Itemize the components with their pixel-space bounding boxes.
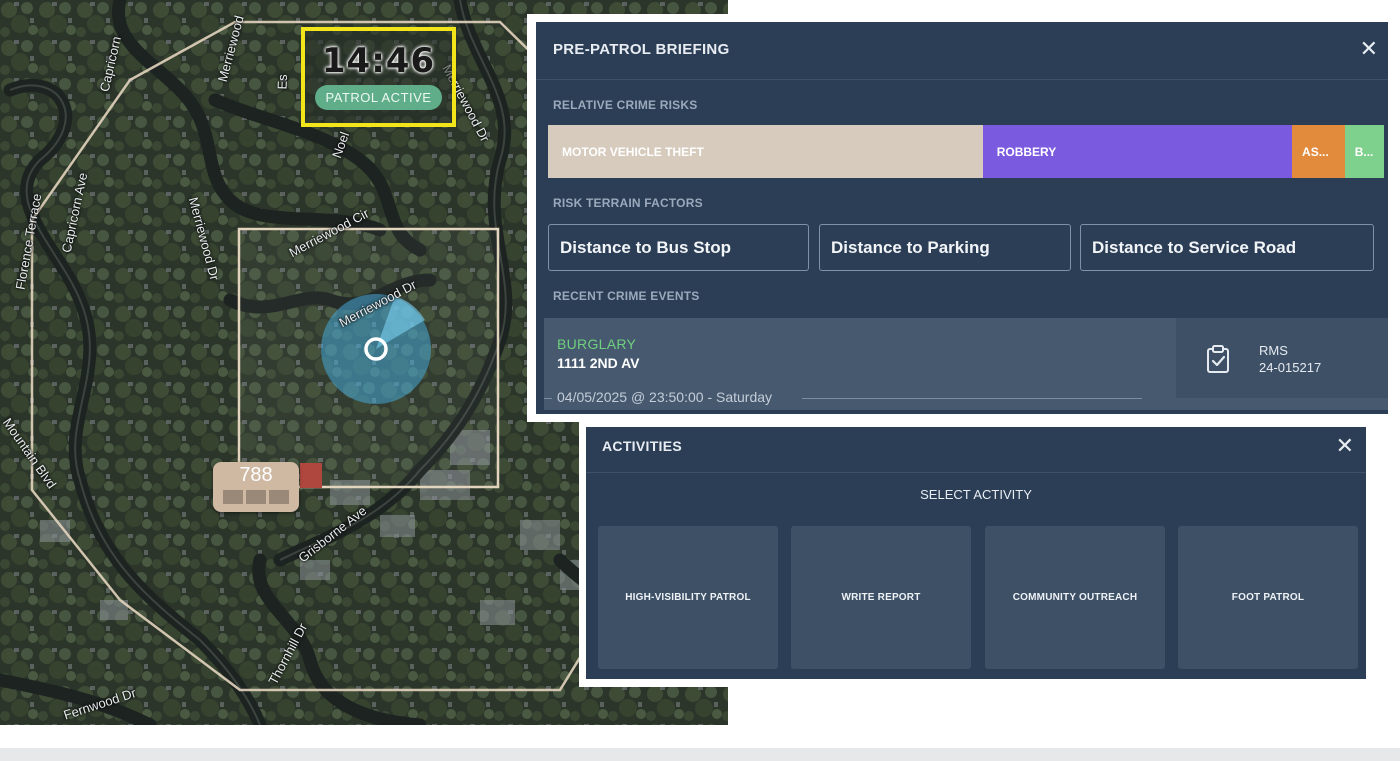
risk-segment-robbery[interactable]: ROBBERY	[982, 125, 1293, 178]
activity-high-visibility-patrol[interactable]: HIGH-VISIBILITY PATROL	[598, 526, 778, 669]
activity-foot-patrol[interactable]: FOOT PATROL	[1178, 526, 1358, 669]
rms-reference[interactable]: RMS 24-015217	[1176, 318, 1388, 398]
unit-badge-cell	[269, 490, 289, 504]
recent-crime-events-label: RECENT CRIME EVENTS	[553, 289, 700, 303]
event-divider	[802, 398, 1142, 399]
unit-badge[interactable]: 788	[213, 462, 299, 512]
rms-label: RMS	[1259, 343, 1288, 358]
risk-segment-label: AS...	[1302, 144, 1329, 159]
select-activity-prompt: SELECT ACTIVITY	[920, 487, 1032, 502]
activity-label: COMMUNITY OUTREACH	[1012, 592, 1138, 603]
activities-title: ACTIVITIES	[602, 438, 683, 454]
activity-label: HIGH-VISIBILITY PATROL	[625, 592, 751, 603]
patrol-timer: 14:46	[321, 41, 436, 81]
rms-number: 24-015217	[1259, 360, 1322, 375]
event-divider	[544, 398, 552, 399]
activity-label: WRITE REPORT	[841, 592, 921, 603]
clipboard-check-icon	[1206, 344, 1230, 379]
patrol-status-badge: PATROL ACTIVE	[314, 85, 443, 110]
street-label-estates: Es	[274, 74, 291, 90]
risk-segment-assault[interactable]: AS...	[1292, 125, 1345, 178]
unit-badge-cell	[246, 490, 266, 504]
relative-crime-risks-label: RELATIVE CRIME RISKS	[553, 98, 698, 112]
close-icon[interactable]: ✕	[1336, 435, 1354, 457]
event-datetime: 04/05/2025 @ 23:50:00 - Saturday	[557, 389, 773, 405]
bottom-bar	[0, 748, 1400, 761]
event-type: BURGLARY	[557, 336, 637, 352]
unit-badge-cells	[213, 490, 299, 504]
risk-segment-label: B...	[1354, 144, 1374, 159]
risk-factor-label: Distance to Service Road	[1092, 237, 1297, 257]
briefing-title: PRE-PATROL BRIEFING	[553, 41, 730, 58]
risk-segment-burglary[interactable]: B...	[1344, 125, 1384, 178]
briefing-divider	[536, 79, 1388, 80]
close-icon[interactable]: ✕	[1360, 38, 1378, 60]
risk-segment-label: MOTOR VEHICLE THEFT	[562, 144, 704, 159]
risk-factor-label: Distance to Parking	[831, 237, 990, 257]
patrol-timer-box: 14:46 PATROL ACTIVE	[301, 27, 456, 127]
pre-patrol-briefing-panel: PRE-PATROL BRIEFING ✕ RELATIVE CRIME RIS…	[536, 22, 1388, 414]
activities-divider	[586, 472, 1366, 473]
activity-community-outreach[interactable]: COMMUNITY OUTREACH	[985, 526, 1165, 669]
activities-panel: ACTIVITIES ✕ SELECT ACTIVITY HIGH-VISIBI…	[586, 427, 1366, 679]
unit-badge-cell	[223, 490, 243, 504]
risk-factor-label: Distance to Bus Stop	[560, 237, 731, 257]
unit-badge-number: 788	[239, 464, 273, 486]
screen: Capricorn Capricorn Ave Florence Terrace…	[0, 0, 1400, 761]
risk-factor-parking[interactable]: Distance to Parking	[819, 224, 1071, 271]
event-address: 1111 2ND AV	[557, 355, 640, 371]
crime-event-card[interactable]: BURGLARY 1111 2ND AV 04/05/2025 @ 23:50:…	[544, 318, 1388, 410]
risk-segment-label: ROBBERY	[996, 144, 1057, 159]
crime-risk-bar: MOTOR VEHICLE THEFT ROBBERY AS... B...	[548, 125, 1384, 178]
risk-factor-service-road[interactable]: Distance to Service Road	[1080, 224, 1374, 271]
risk-segment-motor-vehicle-theft[interactable]: MOTOR VEHICLE THEFT	[548, 125, 983, 178]
risk-factor-bus-stop[interactable]: Distance to Bus Stop	[548, 224, 809, 271]
activity-write-report[interactable]: WRITE REPORT	[791, 526, 971, 669]
risk-terrain-factors-label: RISK TERRAIN FACTORS	[553, 196, 703, 210]
activity-label: FOOT PATROL	[1231, 592, 1305, 603]
